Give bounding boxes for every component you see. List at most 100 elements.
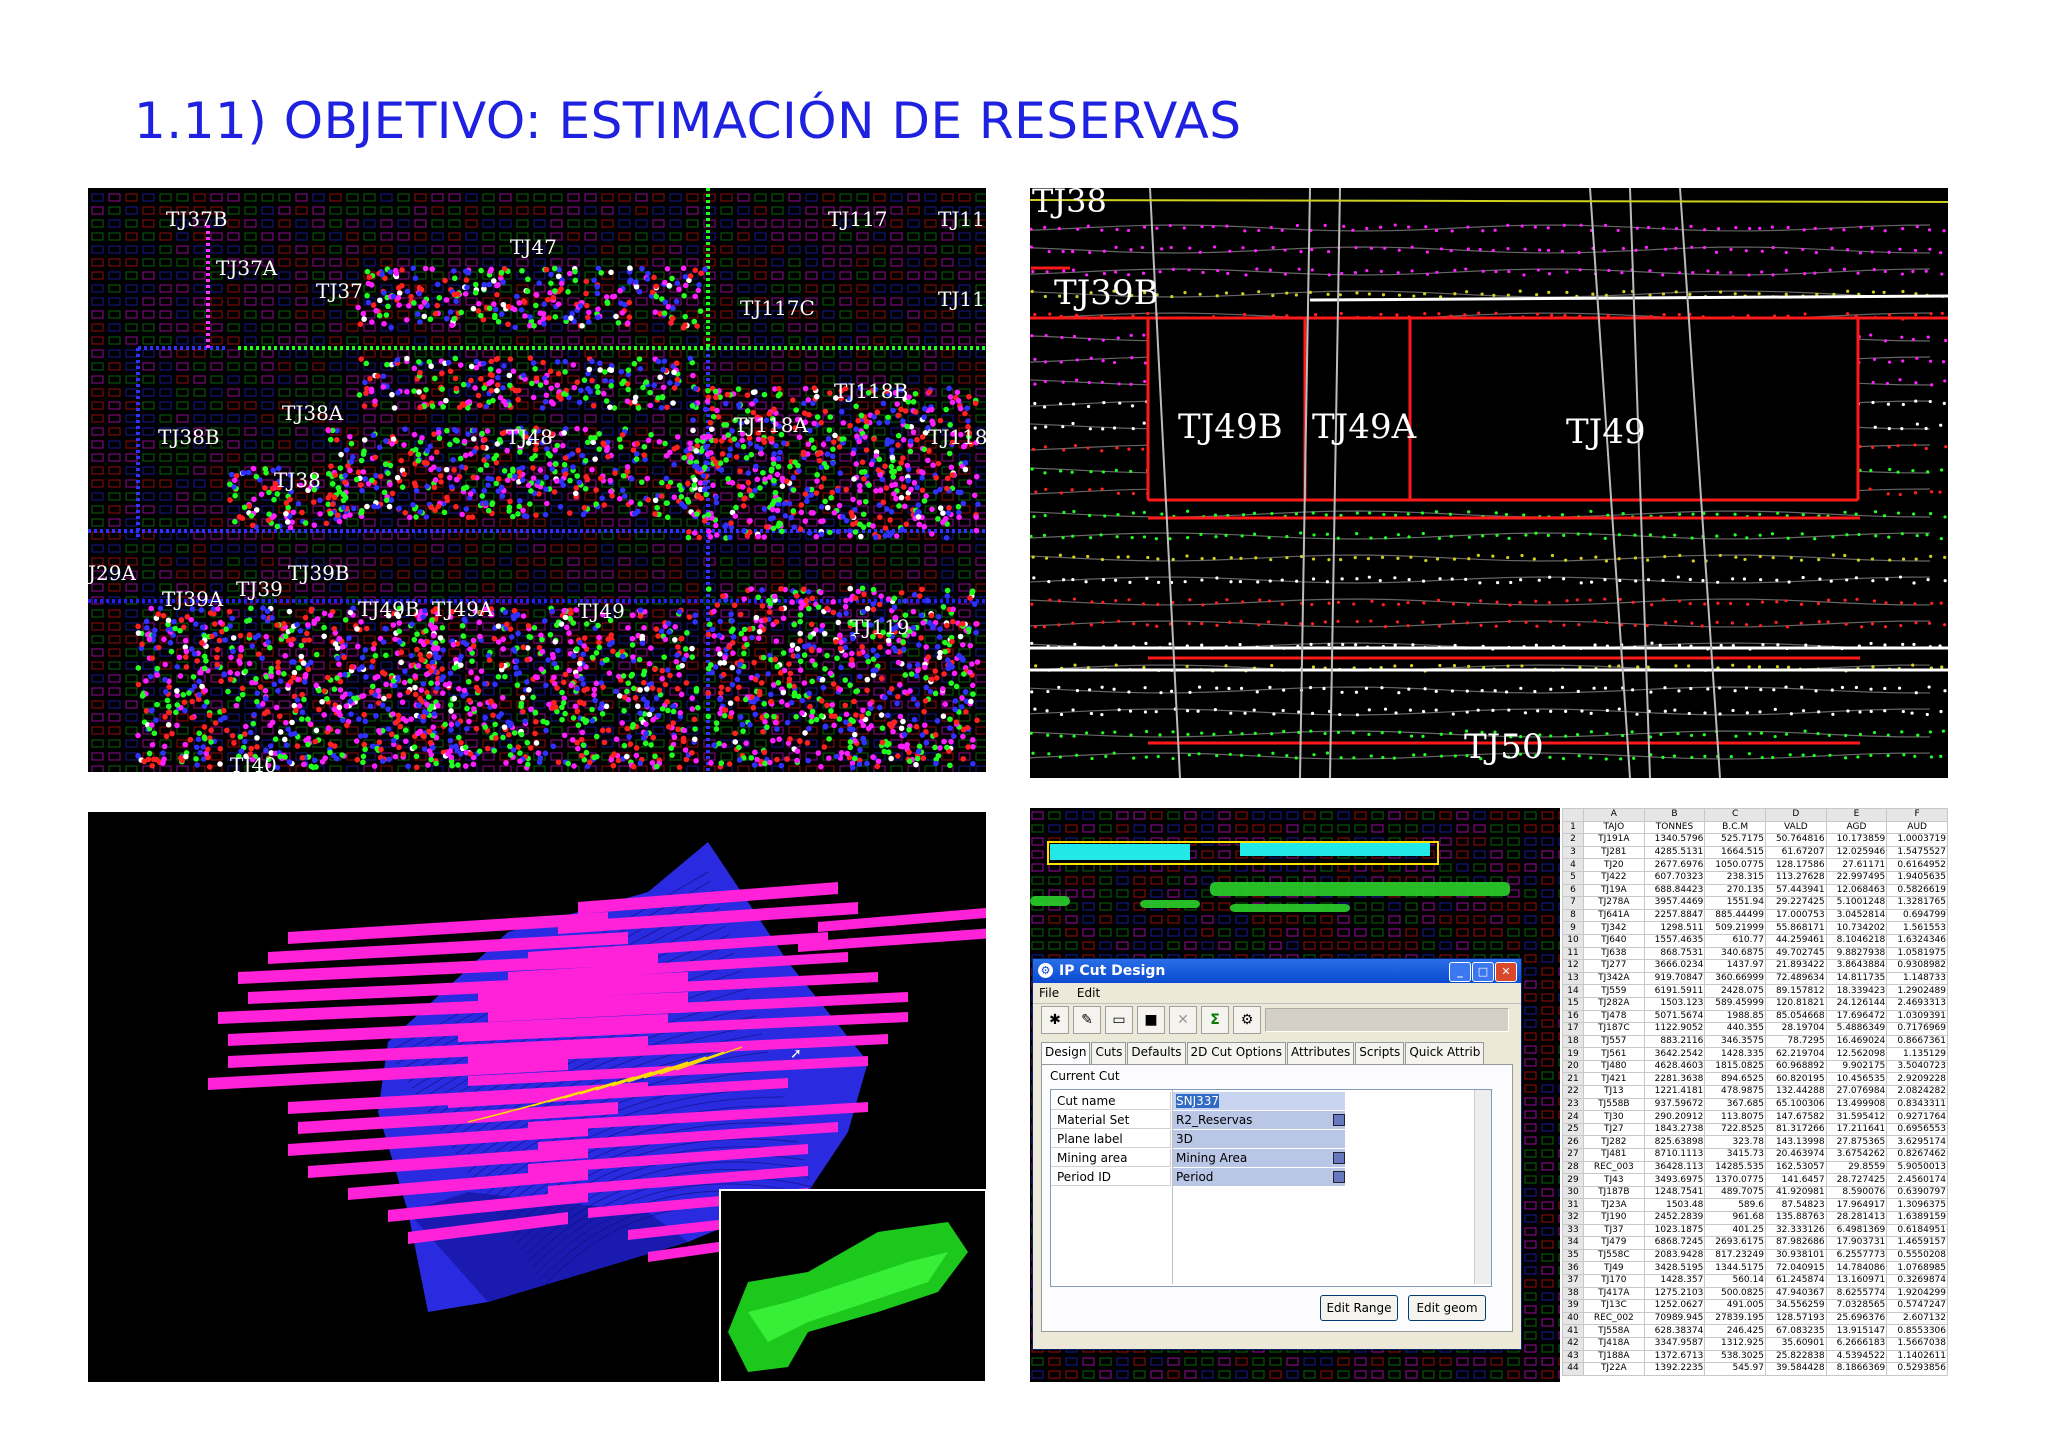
cut-label: TJ117: [938, 207, 986, 231]
menu-edit[interactable]: Edit: [1077, 986, 1100, 1000]
table-row[interactable]: 40 REC_002 70989.945 27839.195 128.57193 25.6…: [1562, 1311, 1948, 1326]
tab-quick-attrib[interactable]: Quick Attrib: [1405, 1042, 1485, 1064]
mining-area-field[interactable]: Mining Area: [1173, 1149, 1345, 1167]
table-row[interactable]: 18 TJ557 883.2116 346.3575 78.7295 16.469024 0…: [1562, 1034, 1948, 1049]
table-row[interactable]: 42 TJ418A 3347.9587 1312.925 35.60901 6.26661…: [1562, 1336, 1948, 1351]
property-label: Plane label: [1051, 1130, 1171, 1148]
cut-label: TJ39B: [1054, 273, 1159, 313]
reserves-table: A B C D E F 1 TAJO TONNES B.C.M VALD AGD AUD 2 TJ191A 1…: [1562, 808, 1948, 1376]
sum-icon[interactable]: Σ: [1201, 1006, 1229, 1034]
cut-label: TJ38: [1032, 188, 1107, 220]
table-row[interactable]: 4 TJ20 2677.6976 1050.0775 128.17586 27.61171…: [1562, 858, 1948, 872]
table-row[interactable]: 1 TAJO TONNES B.C.M VALD AGD AUD: [1562, 820, 1948, 835]
property-label: Period ID: [1051, 1168, 1171, 1186]
cut-label: TJ39A: [162, 587, 224, 611]
delete-icon[interactable]: ✕: [1169, 1006, 1197, 1034]
app-icon: ⚙: [1038, 963, 1053, 978]
table-row[interactable]: 20 TJ480 4628.4603 1815.0825 60.968892 9.9021…: [1562, 1059, 1948, 1074]
cut-label: TJ49: [1566, 412, 1646, 452]
picker-icon[interactable]: [1333, 1171, 1345, 1183]
table-row[interactable]: 43 TJ188A 1372.6713 538.3025 25.822838 4.5394…: [1562, 1349, 1948, 1364]
cut-label: TJ38B: [158, 425, 220, 449]
grid-divider: [1172, 1090, 1173, 1284]
table-row[interactable]: 39 TJ13C 1252.0627 491.005 34.556259 7.032856…: [1562, 1299, 1948, 1313]
table-row[interactable]: 29 TJ43 3493.6975 1370.0775 141.6457 28.72742…: [1562, 1173, 1948, 1187]
table-row[interactable]: 19 TJ561 3642.2542 1428.335 62.219704 12.5620…: [1562, 1047, 1948, 1061]
table-row[interactable]: 38 TJ417A 1275.2103 500.0825 47.940367 8.6255…: [1562, 1286, 1948, 1301]
table-row[interactable]: 6 TJ19A 688.84423 270.135 57.443941 12.068463…: [1562, 883, 1948, 898]
column-header-row: ABCDEF: [1562, 808, 1948, 822]
current-cut-group-label: Current Cut: [1050, 1069, 1120, 1083]
edit-geom-button[interactable]: Edit geom: [1408, 1295, 1486, 1321]
table-row[interactable]: 10 TJ640 1557.4635 610.77 44.259461 8.1046218…: [1562, 933, 1948, 948]
table-row[interactable]: 3 TJ281 4285.5131 1664.515 61.67207 12.025946…: [1562, 845, 1948, 860]
grid-scrollbar[interactable]: [1474, 1090, 1491, 1284]
open-folder-icon[interactable]: ▭: [1105, 1006, 1133, 1034]
design-tab-body: Current Cut Cut name SNJ337 Material Set…: [1041, 1064, 1513, 1332]
cut-detail-map: TJ38 TJ39B TJ49B TJ49A TJ49 TJ50: [1030, 188, 1948, 778]
table-row[interactable]: 14 TJ559 6191.5911 2428.075 89.157812 18.3394…: [1562, 984, 1948, 998]
edit-range-button[interactable]: Edit Range: [1320, 1295, 1398, 1321]
table-row[interactable]: 41 TJ558A 628.38374 246.425 67.083235 13.9151…: [1562, 1324, 1948, 1338]
picker-icon[interactable]: [1333, 1152, 1345, 1164]
menu-file[interactable]: File: [1039, 986, 1059, 1000]
table-row[interactable]: 28 REC_003 36428.113 14285.535 162.53057 29.8…: [1562, 1160, 1948, 1175]
run-script-icon[interactable]: ⚙: [1233, 1006, 1261, 1034]
table-row[interactable]: 7 TJ278A 3957.4469 1551.94 29.227425 5.100124…: [1562, 896, 1948, 910]
table-row[interactable]: 8 TJ641A 2257.8847 885.44499 17.000753 3.0452…: [1562, 908, 1948, 923]
table-row[interactable]: 13 TJ342A 919.70847 360.66999 72.489634 14.81…: [1562, 971, 1948, 986]
cut-detail-canvas: TJ38 TJ39B TJ49B TJ49A TJ49 TJ50: [1030, 188, 1948, 778]
table-row[interactable]: 22 TJ13 1221.4181 478.9875 132.44288 27.07698…: [1562, 1085, 1948, 1099]
table-row[interactable]: 34 TJ479 6868.7245 2693.6175 87.982686 17.903…: [1562, 1236, 1948, 1250]
table-row[interactable]: 27 TJ481 8710.1113 3415.73 20.463974 3.675426…: [1562, 1148, 1948, 1162]
cut-label: TJ48: [506, 425, 553, 449]
table-row[interactable]: 23 TJ558B 937.59672 367.685 65.100306 13.4999…: [1562, 1097, 1948, 1112]
table-row[interactable]: 36 TJ49 3428.5195 1344.5175 72.040915 14.7840…: [1562, 1261, 1948, 1275]
cut-label: TJ119: [850, 615, 910, 639]
tab-defaults[interactable]: Defaults: [1127, 1042, 1186, 1064]
table-row[interactable]: 35 TJ558C 2083.9428 817.23249 30.938101 6.255…: [1562, 1248, 1948, 1263]
cut-label: TJ49B: [1178, 407, 1283, 447]
table-row[interactable]: 16 TJ478 5071.5674 1988.85 85.054668 17.69647…: [1562, 1009, 1948, 1024]
cut-label: TJ118: [928, 425, 986, 449]
table-row[interactable]: 21 TJ421 2281.3638 894.6525 60.820195 10.4565…: [1562, 1072, 1948, 1087]
wizard-icon[interactable]: ✎: [1073, 1006, 1101, 1034]
cut-label: TJ40: [230, 753, 277, 772]
table-row[interactable]: 17 TJ187C 1122.9052 440.355 28.19704 5.488634…: [1562, 1022, 1948, 1036]
tab-attributes[interactable]: Attributes: [1287, 1042, 1355, 1064]
table-row[interactable]: 11 TJ638 868.7531 340.6875 49.702745 9.882793…: [1562, 946, 1948, 961]
tab-scripts[interactable]: Scripts: [1355, 1042, 1405, 1064]
cut-label: TJ49A: [1312, 407, 1417, 447]
save-icon[interactable]: ■: [1137, 1006, 1165, 1034]
table-row[interactable]: 2 TJ191A 1340.5796 525.7175 50.764816 10.1738…: [1562, 833, 1948, 847]
table-row[interactable]: 15 TJ282A 1503.123 589.45999 120.81821 24.126…: [1562, 996, 1948, 1011]
table-row[interactable]: 33 TJ37 1023.1875 401.25 32.333126 6.4981369 0…: [1562, 1223, 1948, 1238]
table-row[interactable]: 30 TJ187B 1248.7541 489.7075 41.920981 8.5900…: [1562, 1185, 1948, 1200]
table-row[interactable]: 24 TJ30 290.20912 113.8075 147.67582 31.59541…: [1562, 1110, 1948, 1124]
new-cut-icon[interactable]: ✱: [1041, 1006, 1069, 1034]
tab-2d-cut-options[interactable]: 2D Cut Options: [1186, 1042, 1286, 1064]
picker-icon[interactable]: [1333, 1114, 1345, 1126]
property-label: Material Set: [1051, 1111, 1171, 1129]
minimize-button[interactable]: _: [1449, 962, 1471, 982]
table-row[interactable]: 37 TJ170 1428.357 560.14 61.245874 13.160971 0…: [1562, 1273, 1948, 1288]
table-row[interactable]: 44 TJ22A 1392.2235 545.97 39.584428 8.1866369…: [1562, 1362, 1948, 1376]
tab-cuts[interactable]: Cuts: [1091, 1042, 1127, 1064]
plane-label-field[interactable]: 3D: [1173, 1130, 1345, 1148]
table-row[interactable]: 32 TJ190 2452.2839 961.68 135.88763 28.281413…: [1562, 1211, 1948, 1225]
table-row[interactable]: 31 TJ23A 1503.48 589.6 87.54823 17.964917 1.30…: [1562, 1198, 1948, 1212]
close-button[interactable]: ✕: [1495, 962, 1517, 982]
cut-name-field[interactable]: SNJ337: [1173, 1092, 1345, 1110]
table-row[interactable]: 5 TJ422 607.70323 238.315 113.27628 22.997495…: [1562, 870, 1948, 885]
period-id-field[interactable]: Period: [1173, 1168, 1345, 1186]
table-row[interactable]: 26 TJ282 825.63898 323.78 143.13998 27.875365…: [1562, 1135, 1948, 1150]
table-row[interactable]: 25 TJ27 1843.2738 722.8525 81.317266 17.21164…: [1562, 1122, 1948, 1137]
table-row[interactable]: 12 TJ277 3666.0234 1437.97 21.893422 3.864388…: [1562, 959, 1948, 973]
property-row: Period ID Period: [1051, 1168, 1351, 1187]
material-set-field[interactable]: R2_Reservas: [1173, 1111, 1345, 1129]
cut-label: TJ39: [236, 577, 283, 601]
cut-label: TJ118B: [834, 379, 908, 403]
table-row[interactable]: 9 TJ342 1298.511 509.21999 55.868171 10.73420…: [1562, 921, 1948, 935]
tab-design[interactable]: Design: [1041, 1042, 1091, 1064]
maximize-button[interactable]: □: [1472, 962, 1494, 982]
